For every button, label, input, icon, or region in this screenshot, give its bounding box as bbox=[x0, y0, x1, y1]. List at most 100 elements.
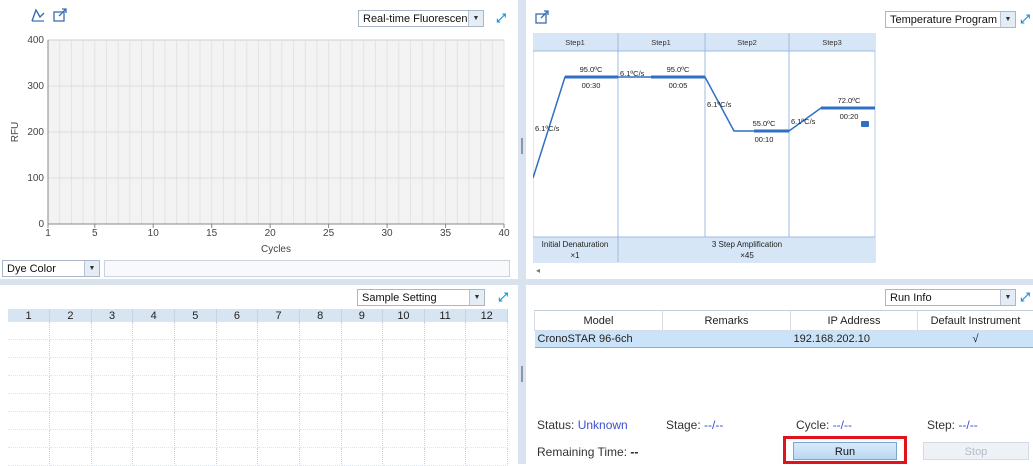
expand-icon[interactable]: ⤢ bbox=[496, 290, 510, 304]
plate-well[interactable] bbox=[383, 358, 425, 376]
plate-well[interactable] bbox=[50, 448, 92, 466]
plate-well[interactable] bbox=[258, 448, 300, 466]
fluorescence-view-select[interactable]: Real-time Fluorescence ▼ bbox=[358, 10, 484, 27]
plate-well[interactable] bbox=[383, 394, 425, 412]
plate-well[interactable] bbox=[50, 430, 92, 448]
plate-well[interactable] bbox=[341, 448, 383, 466]
plate-column-header[interactable]: 9 bbox=[341, 309, 383, 322]
plate-well[interactable] bbox=[466, 340, 508, 358]
plate-well[interactable] bbox=[341, 394, 383, 412]
plate-row[interactable] bbox=[8, 340, 508, 358]
plate-well[interactable] bbox=[175, 376, 217, 394]
plate-column-header[interactable]: 10 bbox=[383, 309, 425, 322]
plate-row[interactable] bbox=[8, 448, 508, 466]
plate-column-header[interactable]: 4 bbox=[133, 309, 175, 322]
plate-well[interactable] bbox=[8, 394, 50, 412]
plate-well[interactable] bbox=[383, 322, 425, 340]
plate-well[interactable] bbox=[466, 394, 508, 412]
chart-view-icon[interactable] bbox=[30, 7, 46, 23]
plate-well[interactable] bbox=[133, 394, 175, 412]
expand-icon[interactable]: ⤢ bbox=[1018, 290, 1032, 304]
dye-color-select[interactable]: Dye Color ▼ bbox=[2, 260, 100, 277]
plate-row[interactable] bbox=[8, 394, 508, 412]
plate-well[interactable] bbox=[175, 322, 217, 340]
plate-well[interactable] bbox=[91, 394, 133, 412]
plate-well[interactable] bbox=[299, 376, 341, 394]
plate-well[interactable] bbox=[175, 448, 217, 466]
plate-row[interactable] bbox=[8, 358, 508, 376]
plate-well[interactable] bbox=[466, 376, 508, 394]
plate-well[interactable] bbox=[216, 322, 258, 340]
plate-well[interactable] bbox=[341, 412, 383, 430]
plate-well[interactable] bbox=[216, 412, 258, 430]
plate-well[interactable] bbox=[50, 412, 92, 430]
plate-well[interactable] bbox=[91, 430, 133, 448]
plate-well[interactable] bbox=[258, 430, 300, 448]
plate-well[interactable] bbox=[466, 448, 508, 466]
plate-well[interactable] bbox=[216, 340, 258, 358]
plate-well[interactable] bbox=[91, 448, 133, 466]
plate-well[interactable] bbox=[466, 412, 508, 430]
plate-well[interactable] bbox=[8, 448, 50, 466]
plate-well[interactable] bbox=[91, 412, 133, 430]
plate-well[interactable] bbox=[91, 376, 133, 394]
plate-well[interactable] bbox=[50, 358, 92, 376]
plate-well[interactable] bbox=[383, 448, 425, 466]
plate-well[interactable] bbox=[175, 394, 217, 412]
plate-well[interactable] bbox=[424, 376, 466, 394]
plate-well[interactable] bbox=[424, 412, 466, 430]
plate-well[interactable] bbox=[216, 358, 258, 376]
sample-view-select[interactable]: Sample Setting ▼ bbox=[357, 289, 485, 306]
plate-well[interactable] bbox=[383, 412, 425, 430]
plate-well[interactable] bbox=[299, 358, 341, 376]
plate-row[interactable] bbox=[8, 322, 508, 340]
plate-well[interactable] bbox=[341, 376, 383, 394]
plate-well[interactable] bbox=[50, 376, 92, 394]
plate-well[interactable] bbox=[424, 394, 466, 412]
plate-well[interactable] bbox=[133, 376, 175, 394]
sample-plate-grid[interactable]: 123456789101112 bbox=[8, 309, 508, 466]
plate-row[interactable] bbox=[8, 376, 508, 394]
plate-well[interactable] bbox=[341, 322, 383, 340]
plate-well[interactable] bbox=[466, 430, 508, 448]
plate-row[interactable] bbox=[8, 430, 508, 448]
column-header-ip[interactable]: IP Address bbox=[791, 311, 918, 331]
plate-well[interactable] bbox=[466, 322, 508, 340]
plate-well[interactable] bbox=[50, 394, 92, 412]
plate-well[interactable] bbox=[91, 340, 133, 358]
plate-well[interactable] bbox=[258, 394, 300, 412]
stop-button[interactable]: Stop bbox=[923, 442, 1029, 460]
plate-column-header[interactable]: 8 bbox=[299, 309, 341, 322]
plate-well[interactable] bbox=[133, 412, 175, 430]
plate-well[interactable] bbox=[299, 322, 341, 340]
scroll-left-icon[interactable]: ◂ bbox=[536, 266, 540, 275]
plate-well[interactable] bbox=[258, 412, 300, 430]
expand-icon[interactable]: ⤢ bbox=[1018, 12, 1032, 26]
plate-well[interactable] bbox=[91, 322, 133, 340]
plate-well[interactable] bbox=[216, 376, 258, 394]
plate-well[interactable] bbox=[299, 430, 341, 448]
plate-well[interactable] bbox=[133, 358, 175, 376]
plate-well[interactable] bbox=[258, 340, 300, 358]
column-header-default[interactable]: Default Instrument bbox=[918, 311, 1033, 331]
plate-well[interactable] bbox=[175, 430, 217, 448]
plate-well[interactable] bbox=[299, 448, 341, 466]
plate-well[interactable] bbox=[424, 322, 466, 340]
plate-column-header[interactable]: 1 bbox=[8, 309, 50, 322]
plate-well[interactable] bbox=[383, 430, 425, 448]
plate-well[interactable] bbox=[341, 340, 383, 358]
plate-well[interactable] bbox=[133, 340, 175, 358]
plate-column-header[interactable]: 2 bbox=[50, 309, 92, 322]
plate-well[interactable] bbox=[133, 448, 175, 466]
column-header-model[interactable]: Model bbox=[535, 311, 663, 331]
run-view-select[interactable]: Run Info ▼ bbox=[885, 289, 1016, 306]
plate-well[interactable] bbox=[8, 412, 50, 430]
table-row[interactable]: CronoSTAR 96-6ch 192.168.202.10 √ bbox=[535, 331, 1033, 348]
plate-column-header[interactable]: 7 bbox=[258, 309, 300, 322]
plate-well[interactable] bbox=[175, 358, 217, 376]
plate-column-header[interactable]: 6 bbox=[216, 309, 258, 322]
plate-well[interactable] bbox=[216, 448, 258, 466]
plate-well[interactable] bbox=[341, 358, 383, 376]
plate-well[interactable] bbox=[91, 358, 133, 376]
dye-color-field[interactable] bbox=[104, 260, 510, 277]
